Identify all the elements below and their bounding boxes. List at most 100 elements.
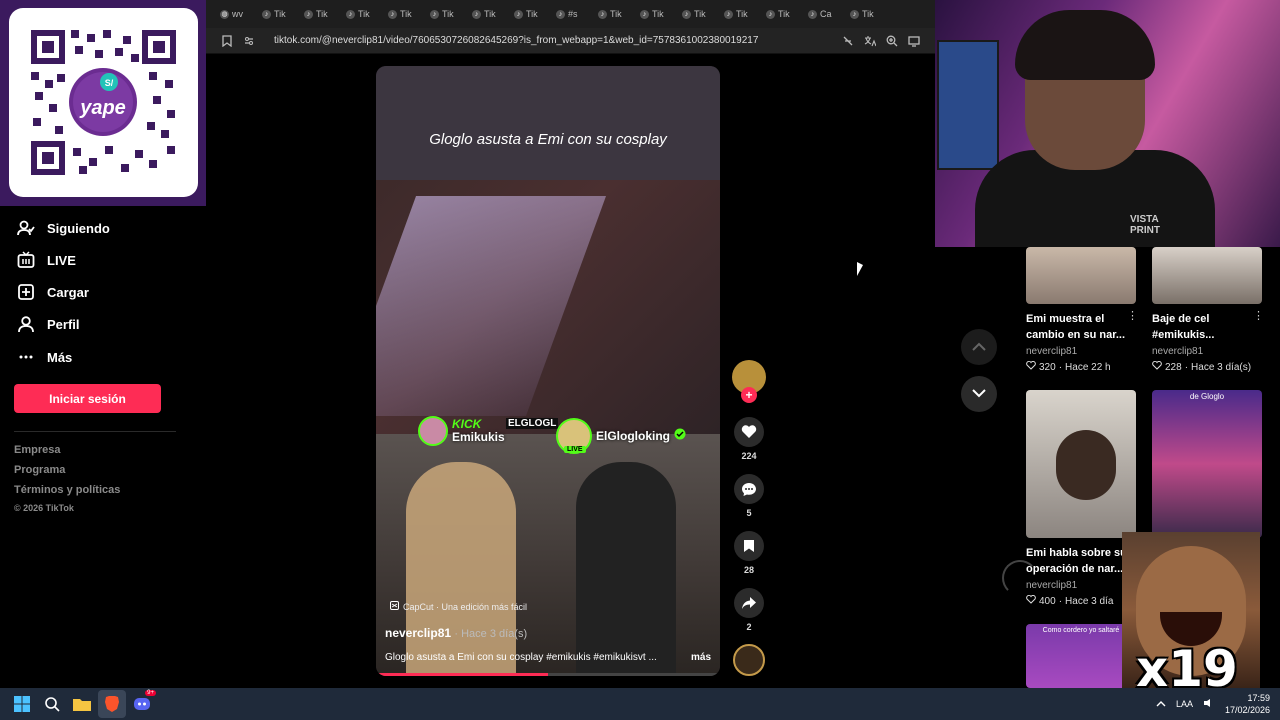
browser-tab[interactable]: ♪ Tik xyxy=(766,3,808,25)
follow-plus-icon[interactable]: + xyxy=(741,387,757,403)
sidebar-item-perfil[interactable]: Perfil xyxy=(16,312,80,336)
clock[interactable]: 17:59 17/02/2026 xyxy=(1225,692,1270,716)
recommendation-thumbnail[interactable] xyxy=(1026,390,1136,538)
language-indicator[interactable]: LAA xyxy=(1176,699,1193,709)
taskbar: 9+ LAA 17:59 17/02/2026 xyxy=(0,688,1280,720)
card-menu-icon[interactable]: ⋮ xyxy=(1127,309,1138,322)
heart-outline-icon xyxy=(1026,594,1036,607)
browser-tab[interactable]: ♪ Tik xyxy=(724,3,766,25)
browser-tab[interactable]: ♪ Tik xyxy=(598,3,640,25)
address-bar[interactable]: tiktok.com/@neverclip81/video/7606530726… xyxy=(206,28,935,54)
video-caption: Gloglo asusta a Emi con su cosplay xyxy=(429,131,667,148)
heart-icon xyxy=(734,417,764,447)
mouse-cursor xyxy=(857,262,863,276)
card-menu-icon[interactable]: ⋮ xyxy=(1253,309,1264,322)
recommendation-author[interactable]: neverclip81 xyxy=(1026,346,1077,357)
video-player[interactable]: Gloglo asusta a Emi con su cosplay KICK … xyxy=(376,66,720,676)
recommendation-thumbnail[interactable] xyxy=(1152,247,1262,304)
windows-start-icon[interactable] xyxy=(8,690,36,718)
recommendation-thumbnail[interactable]: de Gloglo xyxy=(1152,390,1262,538)
sidebar-item-live[interactable]: LIVE xyxy=(16,248,76,272)
like-button[interactable]: 224 xyxy=(731,417,767,461)
browser-tab[interactable]: ♪ Tik xyxy=(304,3,346,25)
tiktok-icon: ♪ xyxy=(556,9,565,19)
brave-browser-icon[interactable] xyxy=(98,690,126,718)
recommendation-time: Hace 3 día(s) xyxy=(1191,361,1252,373)
qr-card: S/ yape xyxy=(9,8,198,197)
browser-tab[interactable]: ♪ Tik xyxy=(472,3,514,25)
browser-tab-label: Tik xyxy=(862,9,874,19)
browser-tab[interactable]: ♪ Tik xyxy=(388,3,430,25)
video-author[interactable]: neverclip81 xyxy=(385,626,451,640)
recommendation-title[interactable]: Baje de cel #emikukis... xyxy=(1152,311,1256,343)
login-button[interactable]: Iniciar sesión xyxy=(14,384,161,413)
comment-icon xyxy=(734,474,764,504)
more-link[interactable]: más xyxy=(691,652,711,663)
browser-tab[interactable]: ♪ #s xyxy=(556,3,598,25)
footer-link-programa[interactable]: Programa xyxy=(14,464,65,476)
footer-link-terminos[interactable]: Términos y políticas xyxy=(14,484,120,496)
video-progress-bar[interactable] xyxy=(376,673,720,676)
comment-button[interactable]: 5 xyxy=(731,474,767,518)
sidebar-item-label: LIVE xyxy=(47,252,76,268)
zoom-icon[interactable] xyxy=(886,35,898,47)
recommendation-meta: 228 · Hace 3 día(s) xyxy=(1152,360,1252,373)
upload-icon xyxy=(16,282,36,302)
tiktok-icon: ♪ xyxy=(346,9,355,19)
browser-tab[interactable]: ♪ Tik xyxy=(430,3,472,25)
tray-chevron-icon[interactable] xyxy=(1156,699,1166,709)
browser-tab-label: Tik xyxy=(610,9,622,19)
sidebar-item-siguiendo[interactable]: Siguiendo xyxy=(16,216,110,240)
cast-icon[interactable] xyxy=(908,35,920,47)
recommendation-thumbnail[interactable]: Como cordero yo saltaré xyxy=(1026,624,1136,688)
sidebar-item-mas[interactable]: Más xyxy=(16,345,72,369)
streamer-avatar xyxy=(418,416,448,446)
bookmark-icon[interactable] xyxy=(221,34,233,47)
like-count: 228 xyxy=(1165,361,1182,373)
file-explorer-icon[interactable] xyxy=(68,690,96,718)
footer-link-empresa[interactable]: Empresa xyxy=(14,444,60,456)
capcut-tag[interactable]: CapCut · Una edición más fácil xyxy=(390,601,527,612)
more-icon xyxy=(16,347,36,367)
url-text[interactable]: tiktok.com/@neverclip81/video/7606530726… xyxy=(274,35,837,46)
browser-tab-label: Tik xyxy=(274,9,286,19)
chevron-up-icon xyxy=(972,338,986,356)
recommendation-thumbnail[interactable] xyxy=(1026,247,1136,304)
streamer-name: Emikukis xyxy=(452,430,505,444)
browser-tab[interactable]: ♪ Tik xyxy=(262,3,304,25)
save-button[interactable]: 28 xyxy=(731,531,767,575)
copyright: © 2026 TikTok xyxy=(14,503,74,513)
previous-video-button[interactable] xyxy=(961,329,997,365)
sidebar: Siguiendo LIVE Cargar Perfil Más Iniciar… xyxy=(0,206,206,688)
clock-date: 17/02/2026 xyxy=(1224,705,1270,715)
browser-tab[interactable]: ◍ wv xyxy=(220,3,262,25)
yape-logo: yape xyxy=(79,97,126,119)
search-icon[interactable] xyxy=(38,690,66,718)
browser-tab[interactable]: ♪ Tik xyxy=(682,3,724,25)
recommendation-author[interactable]: neverclip81 xyxy=(1152,346,1203,357)
speaker-icon[interactable] xyxy=(1203,698,1215,710)
creator-avatar-button[interactable]: + xyxy=(731,360,767,403)
browser-tab[interactable]: ♪ Tik xyxy=(850,3,892,25)
recommendation-time: Hace 22 h xyxy=(1065,361,1111,373)
screen: S/ yape ◍ wv ♪ Tik ♪ Tik ♪ Tik ♪ Tik ♪ Tik ♪ Tik ♪ Tik ♪… xyxy=(0,0,1280,720)
reader-off-icon[interactable] xyxy=(842,35,854,47)
share-button[interactable]: 2 xyxy=(731,588,767,632)
recommendation-title[interactable]: Emi habla sobre su operación de nar... xyxy=(1026,545,1130,577)
webcam-overlay: VISTA PRINT xyxy=(935,0,1280,247)
live-badge: LIVE xyxy=(564,446,586,453)
browser-tab[interactable]: ♪ Ca xyxy=(808,3,850,25)
next-video-button[interactable] xyxy=(961,376,997,412)
recommendation-title[interactable]: Emi muestra el cambio en su nar... xyxy=(1026,311,1130,343)
browser-tab[interactable]: ♪ Tik xyxy=(346,3,388,25)
site-settings-icon[interactable] xyxy=(243,35,255,47)
browser-tab[interactable]: ♪ Tik xyxy=(640,3,682,25)
streamer-name: ELGLOGL xyxy=(506,418,559,429)
sound-avatar-button[interactable] xyxy=(731,644,767,676)
tiktok-icon: ♪ xyxy=(388,9,397,19)
system-tray: LAA 17:59 17/02/2026 xyxy=(1156,688,1270,720)
sidebar-item-cargar[interactable]: Cargar xyxy=(16,280,89,304)
browser-tab[interactable]: ♪ Tik xyxy=(514,3,556,25)
translate-icon[interactable] xyxy=(864,35,877,47)
discord-icon[interactable]: 9+ xyxy=(128,690,156,718)
